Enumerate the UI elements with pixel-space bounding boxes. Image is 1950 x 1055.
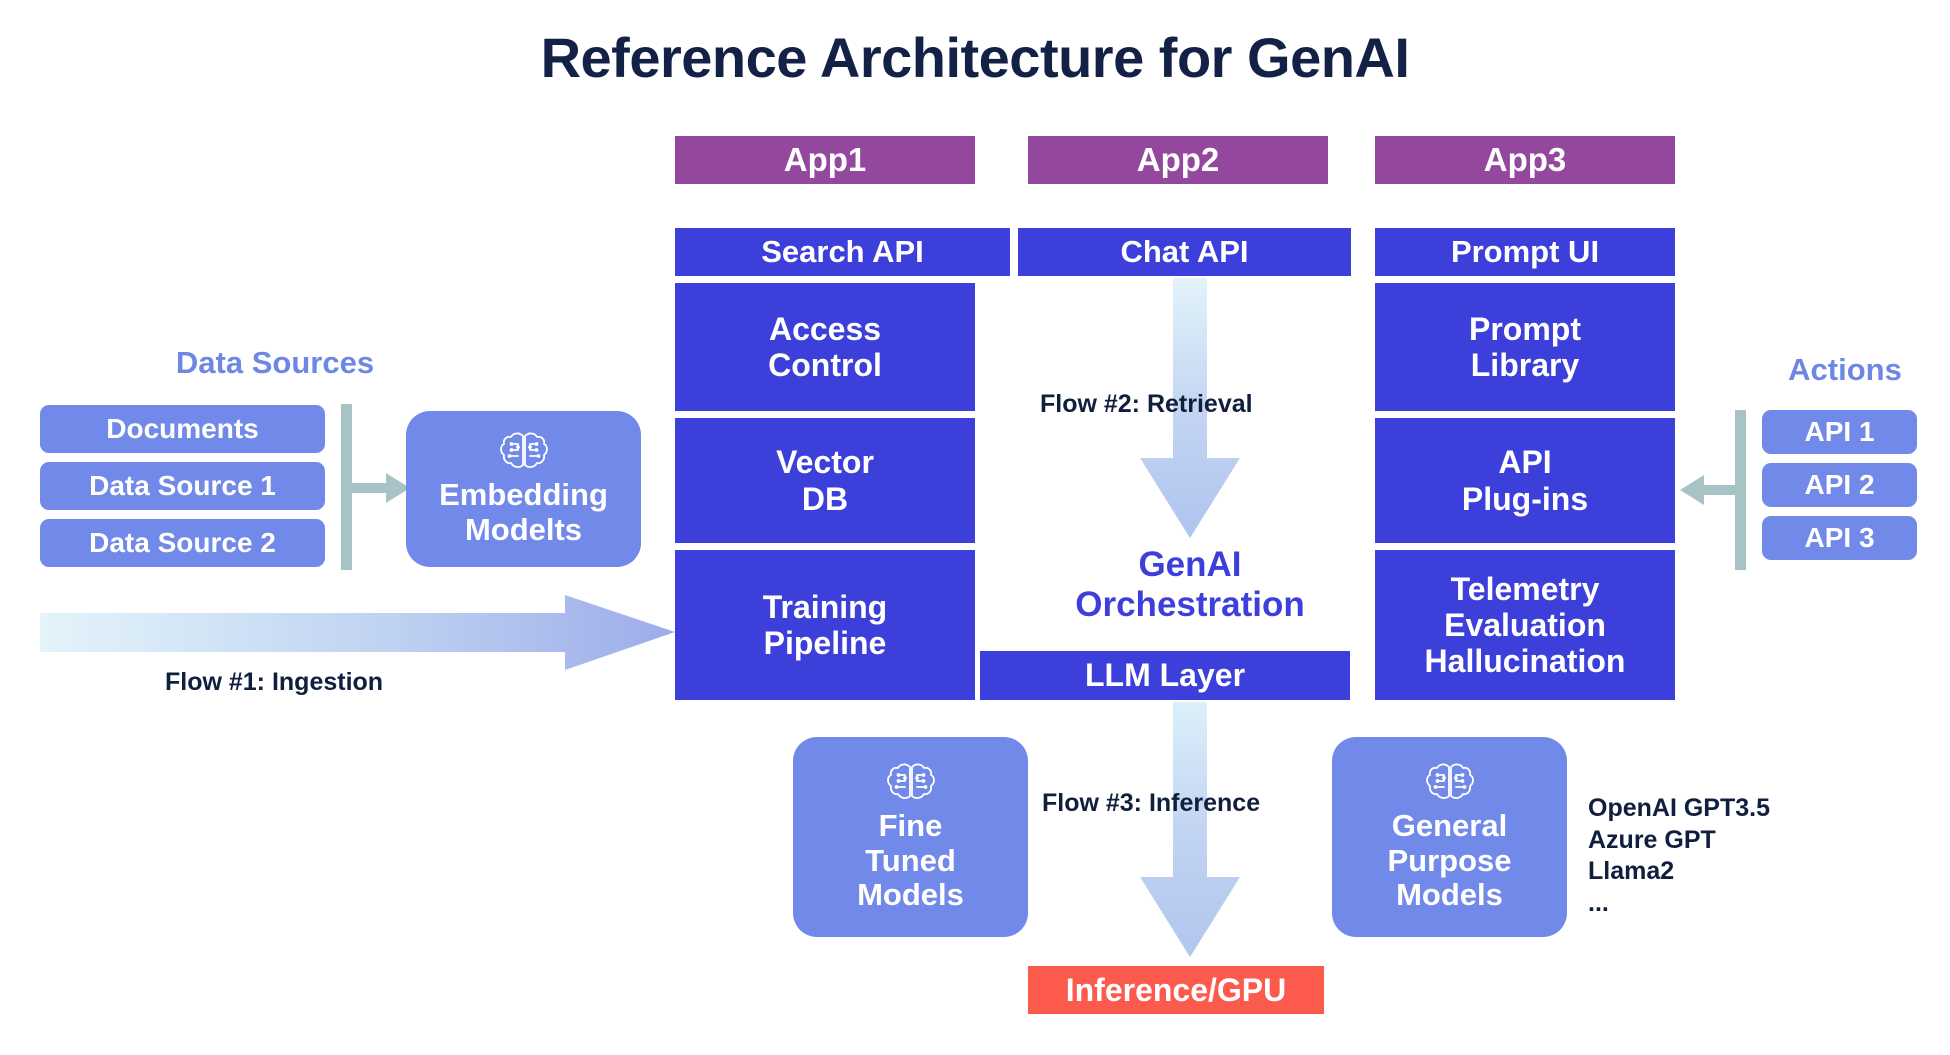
general-purpose-line2: Purpose bbox=[1387, 842, 1512, 878]
vector-db-line2: DB bbox=[801, 480, 849, 517]
vector-db-box[interactable]: Vector DB bbox=[675, 418, 975, 543]
telemetry-line3: Hallucination bbox=[1424, 643, 1626, 680]
model-list-ellipsis: ... bbox=[1588, 888, 1609, 917]
prompt-library-line1: Prompt bbox=[1469, 310, 1581, 347]
vector-db-line1: Vector bbox=[776, 444, 874, 481]
action-api-2[interactable]: API 2 bbox=[1762, 463, 1917, 507]
fine-tuned-models-card[interactable]: Fine Tuned Models bbox=[793, 737, 1028, 937]
chat-api-bar[interactable]: Chat API bbox=[1018, 228, 1351, 276]
actions-to-plugins-arrow bbox=[1680, 475, 1740, 505]
training-pipeline-box[interactable]: Training Pipeline bbox=[675, 550, 975, 700]
prompt-library-box[interactable]: Prompt Library bbox=[1375, 283, 1675, 411]
embedding-models-line2: Modelts bbox=[464, 512, 583, 547]
flow1-ingestion-arrow bbox=[40, 595, 675, 670]
data-sources-heading: Data Sources bbox=[175, 345, 375, 380]
flow3-inference-arrow bbox=[1140, 702, 1240, 957]
data-sources-to-embedding-arrow bbox=[350, 473, 410, 503]
telemetry-line1: Telemetry bbox=[1450, 570, 1600, 607]
fine-tuned-line2: Tuned bbox=[865, 842, 956, 878]
model-list-item: Azure GPT bbox=[1588, 825, 1716, 854]
fine-tuned-line3: Models bbox=[857, 877, 964, 913]
flow3-label: Flow #3: Inference bbox=[1042, 789, 1261, 817]
action-api-1[interactable]: API 1 bbox=[1762, 410, 1917, 454]
app1-header[interactable]: App1 bbox=[675, 136, 975, 184]
prompt-library-line2: Library bbox=[1470, 347, 1580, 383]
data-source-2[interactable]: Data Source 2 bbox=[40, 519, 325, 567]
flow1-label: Flow #1: Ingestion bbox=[165, 668, 384, 696]
api-plugins-line2: Plug-ins bbox=[1461, 480, 1589, 517]
access-control-box[interactable]: Access Control bbox=[675, 283, 975, 411]
genai-orchestration-label: GenAI Orchestration bbox=[1010, 545, 1370, 625]
action-api-3[interactable]: API 3 bbox=[1762, 516, 1917, 560]
prompt-ui-bar[interactable]: Prompt UI bbox=[1375, 228, 1675, 276]
app3-header[interactable]: App3 bbox=[1375, 136, 1675, 184]
data-source-1[interactable]: Data Source 1 bbox=[40, 462, 325, 510]
data-source-documents[interactable]: Documents bbox=[40, 405, 325, 453]
app2-header[interactable]: App2 bbox=[1028, 136, 1328, 184]
api-plugins-box[interactable]: API Plug-ins bbox=[1375, 418, 1675, 543]
access-control-line1: Access bbox=[768, 310, 882, 347]
training-pipeline-line1: Training bbox=[762, 588, 888, 625]
model-list-item: OpenAI GPT3.5 bbox=[1588, 794, 1770, 822]
model-list: OpenAI GPT3.5 Azure GPT Llama2 ... bbox=[1588, 793, 1770, 919]
embedding-models-card[interactable]: Embedding Modelts bbox=[406, 411, 641, 567]
page-title: Reference Architecture for GenAI bbox=[540, 26, 1410, 89]
api-plugins-line1: API bbox=[1498, 444, 1552, 481]
fine-tuned-line1: Fine bbox=[878, 807, 943, 843]
orchestration-line2: Orchestration bbox=[1075, 584, 1305, 624]
brain-circuit-icon bbox=[498, 430, 550, 472]
brain-circuit-icon bbox=[885, 761, 937, 803]
flow2-label: Flow #2: Retrieval bbox=[1040, 390, 1253, 418]
diagram-canvas: Reference Architecture for GenAI Flow #1… bbox=[0, 0, 1950, 1055]
training-pipeline-line2: Pipeline bbox=[763, 625, 887, 661]
model-list-item: Llama2 bbox=[1588, 857, 1675, 885]
search-api-bar[interactable]: Search API bbox=[675, 228, 1010, 276]
access-control-line2: Control bbox=[768, 347, 882, 383]
general-purpose-line1: General bbox=[1391, 807, 1508, 843]
orchestration-line1: GenAI bbox=[1138, 545, 1242, 584]
inference-gpu-box[interactable]: Inference/GPU bbox=[1028, 966, 1324, 1014]
general-purpose-models-card[interactable]: General Purpose Models bbox=[1332, 737, 1567, 937]
general-purpose-line3: Models bbox=[1396, 877, 1503, 913]
telemetry-line2: Evaluation bbox=[1444, 606, 1606, 643]
llm-layer-bar[interactable]: LLM Layer bbox=[980, 651, 1350, 700]
brain-circuit-icon bbox=[1424, 761, 1476, 803]
embedding-models-line1: Embedding bbox=[439, 477, 608, 513]
actions-heading: Actions bbox=[1788, 352, 1902, 387]
telemetry-box[interactable]: Telemetry Evaluation Hallucination bbox=[1375, 550, 1675, 700]
